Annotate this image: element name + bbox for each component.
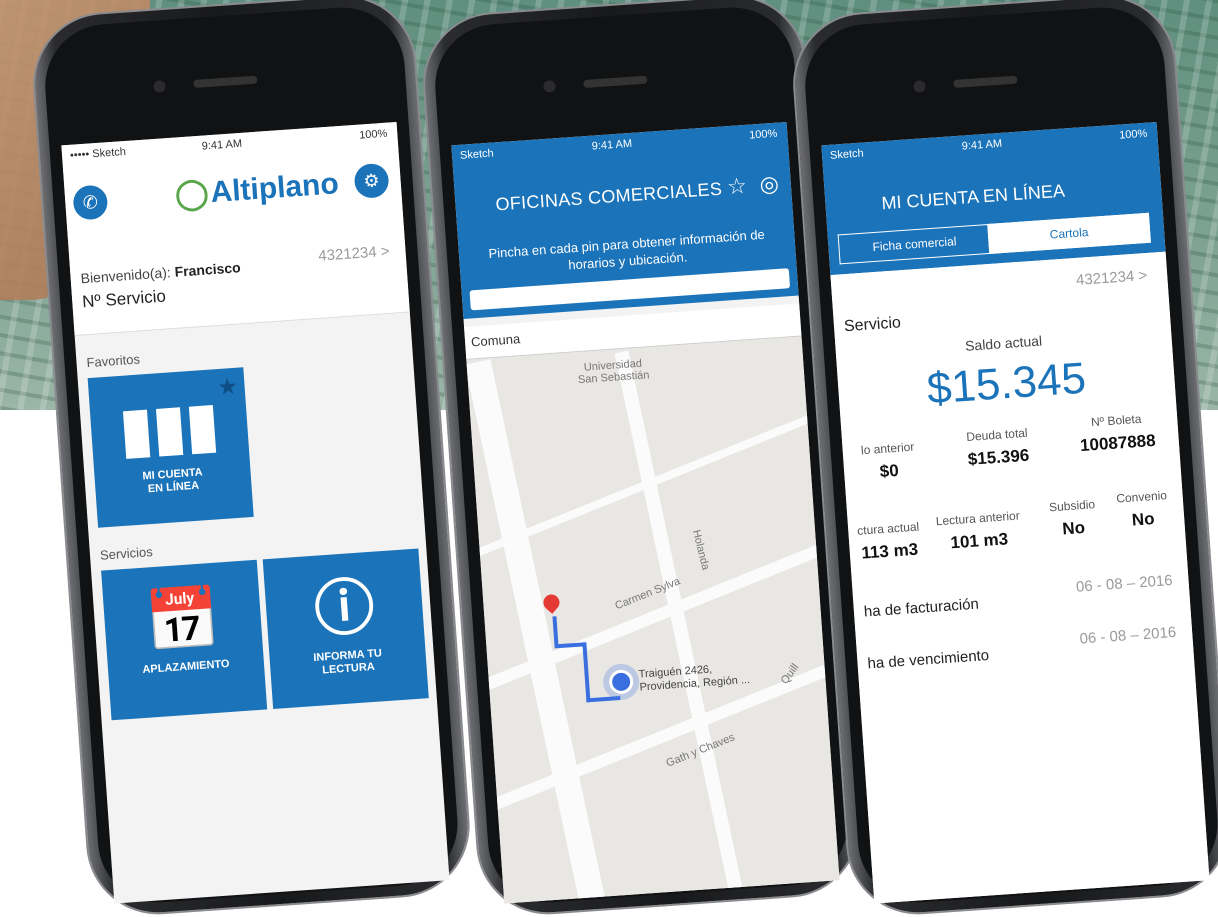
screen-offices: Sketch 9:41 AM 100% OFICINAS COMERCIALES…: [451, 121, 840, 904]
date-value: 06 - 08 – 2016: [1079, 623, 1177, 648]
tile-label: APLAZAMIENTO: [142, 657, 230, 677]
reading-cell: Lectura anterior 101 m3: [927, 508, 1030, 555]
carrier: Sketch: [829, 147, 865, 162]
map-label: Traiguén 2426, Providencia, Región ...: [638, 663, 751, 694]
greeting-prefix: Bienvenido(a):: [80, 263, 176, 287]
map-label: Universidad San Sebastián: [577, 357, 650, 387]
map-label: Holanda: [689, 528, 712, 572]
greeting: Bienvenido(a): Francisco: [80, 259, 241, 286]
service-label: Nº Servicio: [81, 286, 167, 312]
screen-home: ••••• Sketch 9:41 AM 100% ✆ ◯Altiplano ⚙…: [61, 121, 450, 904]
logo-text: Altiplano: [209, 167, 340, 210]
battery: 100%: [358, 127, 388, 142]
summary-cell: Deuda total $15.396: [942, 424, 1055, 472]
reading-label: Subsidio: [1048, 497, 1096, 515]
account-header: Sketch 9:41 AM 100% MI CUENTA EN LÍNEA F…: [821, 121, 1166, 276]
phone-icon[interactable]: ✆: [72, 184, 109, 221]
route-line: [586, 695, 621, 703]
date-label: ha de vencimiento: [867, 646, 990, 673]
star-icon[interactable]: ★: [218, 374, 238, 400]
calendar-icon: 📅: [143, 583, 223, 656]
locate-icon[interactable]: ◎: [759, 171, 780, 198]
tile-aplazamiento[interactable]: 📅 APLAZAMIENTO: [101, 559, 268, 721]
screen-account: Sketch 9:41 AM 100% MI CUENTA EN LÍNEA F…: [821, 121, 1210, 904]
reading-value: 101 m3: [949, 529, 1009, 553]
phone-offices: Sketch 9:41 AM 100% OFICINAS COMERCIALES…: [420, 0, 863, 917]
tab-cartola[interactable]: Cartola: [987, 212, 1151, 254]
summary-cell: lo anterior $0: [842, 438, 935, 484]
route-line: [552, 616, 559, 647]
date-label: ha de facturación: [863, 595, 980, 621]
carrier: ••••• Sketch: [69, 145, 127, 162]
time: 9:41 AM: [591, 137, 633, 153]
battery: 100%: [748, 127, 778, 142]
account-body: 4321234 > Servicio Saldo actual $15.345 …: [830, 251, 1210, 904]
phone-account: Sketch 9:41 AM 100% MI CUENTA EN LÍNEA F…: [790, 0, 1218, 917]
battery: 100%: [1118, 127, 1148, 142]
route-line: [582, 642, 591, 703]
page-title: OFICINAS COMERCIALES: [494, 178, 723, 215]
reading-label: Lectura anterior: [935, 508, 1021, 529]
reading-value: No: [1131, 509, 1156, 530]
summary-label: Deuda total: [965, 425, 1029, 444]
gear-icon[interactable]: ⚙: [353, 162, 390, 199]
summary-label: lo anterior: [860, 439, 915, 458]
summary-label: Nº Boleta: [1090, 411, 1142, 430]
tile-informa-lectura[interactable]: ⓘ INFORMA TU LECTURA: [262, 548, 429, 710]
reading-label: Convenio: [1115, 488, 1168, 506]
service-label: Servicio: [843, 314, 902, 336]
time: 9:41 AM: [201, 137, 243, 153]
offices-header: Sketch 9:41 AM 100% OFICINAS COMERCIALES…: [451, 121, 799, 319]
reading-value: 113 m3: [860, 539, 919, 563]
summary-value: 10087888: [1079, 430, 1157, 456]
date-value: 06 - 08 – 2016: [1075, 571, 1174, 596]
service-number[interactable]: 4321234 >: [318, 243, 390, 265]
tab-ficha-comercial[interactable]: Ficha comercial: [837, 223, 991, 265]
summary-value: $0: [879, 460, 900, 482]
date-row: ha de facturación 06 - 08 – 2016: [863, 572, 1173, 621]
logo: ◯Altiplano: [174, 166, 340, 212]
info-icon: ⓘ: [312, 572, 377, 644]
star-icon[interactable]: ☆: [726, 173, 748, 200]
reading-cell: ctura actual 113 m3: [848, 519, 931, 564]
user-name: Francisco: [174, 259, 242, 280]
map[interactable]: Universidad San Sebastián Carmen Sylva Ho…: [466, 336, 840, 904]
summary-cell: Nº Boleta 10087888: [1061, 410, 1174, 458]
logo-mark-icon: ◯: [173, 176, 210, 212]
carrier: Sketch: [459, 147, 495, 162]
tile-mi-cuenta[interactable]: ★ ▮▮▮ MI CUENTA EN LÍNEA: [87, 367, 254, 528]
reading-cell: Convenio No: [1106, 487, 1179, 532]
account-number[interactable]: 4321234 >: [1075, 267, 1147, 289]
time: 9:41 AM: [961, 137, 1003, 153]
location-dot-icon[interactable]: [608, 669, 634, 695]
reading-value: No: [1061, 517, 1086, 539]
date-row: ha de vencimiento 06 - 08 – 2016: [867, 624, 1177, 673]
page-title: MI CUENTA EN LÍNEA: [880, 180, 1066, 214]
reading-label: ctura actual: [856, 519, 920, 538]
summary-value: $15.396: [967, 445, 1030, 469]
reading-cell: Subsidio No: [1037, 496, 1110, 541]
phone-home: ••••• Sketch 9:41 AM 100% ✆ ◯Altiplano ⚙…: [30, 0, 473, 917]
